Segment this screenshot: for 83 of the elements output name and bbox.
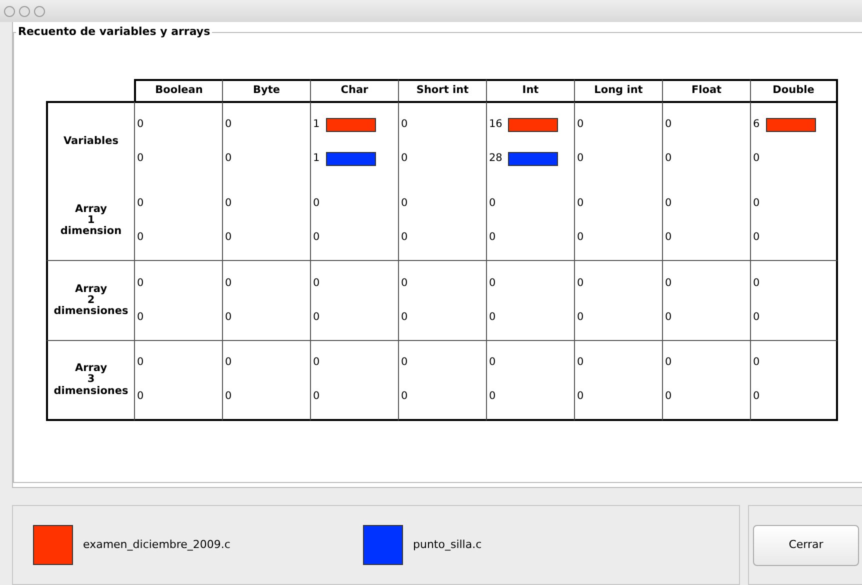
- cell-value: 0: [489, 230, 496, 245]
- cell-value: 0: [401, 196, 408, 211]
- cell-value: 0: [225, 117, 232, 132]
- cell-value: 0: [489, 310, 496, 325]
- column-header: Short int: [398, 79, 486, 101]
- cell-value: 0: [401, 151, 408, 166]
- cell-value: 0: [401, 117, 408, 132]
- cell-value: 0: [313, 230, 320, 245]
- window-control-icon[interactable]: [34, 6, 45, 16]
- cell-value: 0: [665, 276, 672, 291]
- cell-value: 0: [577, 196, 584, 211]
- cell-value: 0: [401, 389, 408, 404]
- cell-value: 0: [137, 230, 144, 245]
- window-control-icon[interactable]: [19, 6, 30, 16]
- cell-value: 0: [665, 230, 672, 245]
- column-header: Char: [310, 79, 398, 101]
- file-name: examen_diciembre_2009.c: [83, 536, 230, 553]
- column-header: Long int: [574, 79, 662, 101]
- cell-value: 0: [665, 196, 672, 211]
- cell-value: 0: [313, 310, 320, 325]
- cell-value: 0: [137, 196, 144, 211]
- cell-value: 0: [225, 151, 232, 166]
- column-header: Float: [662, 79, 750, 101]
- cell-value: 0: [489, 355, 496, 370]
- cell-value: 0: [665, 355, 672, 370]
- cell-value: 0: [577, 276, 584, 291]
- row-header: Array 3 dimensiones: [54, 363, 128, 397]
- cell-value: 0: [225, 310, 232, 325]
- window-control-icon[interactable]: [4, 6, 15, 16]
- cell-value: 0: [753, 151, 760, 166]
- cell-value: 0: [753, 389, 760, 404]
- column-header: Int: [486, 79, 574, 101]
- file-name: punto_silla.c: [413, 536, 482, 553]
- cell-value: 0: [665, 117, 672, 132]
- cell-value: 0: [489, 389, 496, 404]
- cell-value: 1: [313, 151, 320, 166]
- column-header: Byte: [222, 79, 310, 101]
- cell-value: 0: [313, 355, 320, 370]
- cell-value: 0: [753, 355, 760, 370]
- column-header: Boolean: [134, 79, 222, 101]
- cell-value: 0: [577, 310, 584, 325]
- cell-value: 0: [577, 355, 584, 370]
- cell-value: 0: [401, 276, 408, 291]
- cell-value: 0: [225, 196, 232, 211]
- close-button[interactable]: Cerrar: [753, 524, 859, 566]
- cell-value: 0: [577, 389, 584, 404]
- row-header: Array 2 dimensiones: [54, 284, 128, 318]
- cell-value: 0: [225, 355, 232, 370]
- cell-value: 0: [577, 117, 584, 132]
- cell-value: 0: [753, 310, 760, 325]
- cell-value: 0: [401, 310, 408, 325]
- cell-value: 0: [225, 276, 232, 291]
- cell-value: 0: [225, 230, 232, 245]
- row-header: Array 1 dimension: [60, 204, 122, 238]
- cell-value: 0: [137, 276, 144, 291]
- cell-value: 0: [665, 151, 672, 166]
- cell-value: 0: [753, 276, 760, 291]
- cell-value: 28: [489, 151, 502, 166]
- cell-value: 0: [753, 196, 760, 211]
- cell-value: 0: [137, 117, 144, 132]
- cell-value: 0: [489, 276, 496, 291]
- cell-value: 0: [313, 196, 320, 211]
- cell-value: 0: [137, 389, 144, 404]
- cell-value: 0: [313, 389, 320, 404]
- cell-value: 6: [753, 117, 760, 132]
- cell-value: 0: [665, 389, 672, 404]
- cell-value: 0: [489, 196, 496, 211]
- cell-value: 0: [401, 230, 408, 245]
- cell-value: 0: [665, 310, 672, 325]
- cell-value: 0: [137, 355, 144, 370]
- column-header: Double: [750, 79, 838, 101]
- cell-value: 0: [225, 389, 232, 404]
- panel-title: Recuento de variables y arrays: [16, 24, 212, 40]
- cell-value: 1: [313, 117, 320, 132]
- cell-value: 0: [401, 355, 408, 370]
- cell-value: 16: [489, 117, 502, 132]
- cell-value: 0: [577, 230, 584, 245]
- cell-value: 0: [137, 151, 144, 166]
- cell-value: 0: [577, 151, 584, 166]
- cell-value: 0: [753, 230, 760, 245]
- cell-value: 0: [137, 310, 144, 325]
- cell-value: 0: [313, 276, 320, 291]
- row-header: Variables: [64, 136, 118, 148]
